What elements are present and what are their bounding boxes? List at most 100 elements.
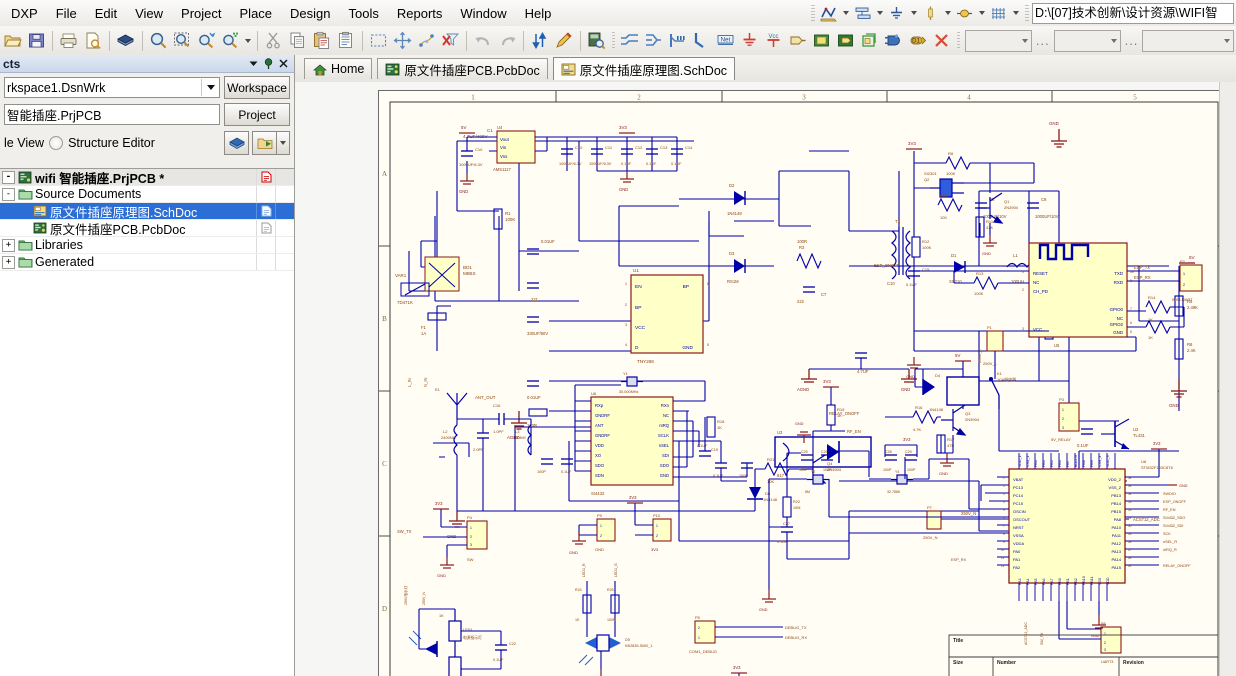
component-u2-tl431[interactable]	[1101, 418, 1130, 450]
component-t1[interactable]	[891, 227, 911, 280]
component-d2[interactable]	[734, 191, 746, 205]
project-button[interactable]: Project	[224, 103, 290, 126]
place-sheet-entry-icon[interactable]	[834, 29, 858, 53]
bus-tool-icon[interactable]	[852, 3, 873, 24]
component-u6-si4432[interactable]	[590, 396, 674, 486]
cut-icon[interactable]	[262, 29, 286, 53]
toolbar-combo-1[interactable]	[964, 29, 1032, 52]
place-vcc-port-icon[interactable]: Vcc	[762, 29, 786, 53]
editor-vertical-scrollbar[interactable]	[1219, 82, 1236, 676]
component-d3[interactable]	[734, 259, 746, 273]
tree-row-project[interactable]: - wifi 智能插座.PrjPCB *	[0, 169, 294, 186]
open-project-document-icon[interactable]	[252, 131, 276, 155]
tree-row-libraries[interactable]: + Libraries	[0, 237, 294, 254]
menu-item-window[interactable]: Window	[451, 3, 515, 24]
open-project-document-button[interactable]	[252, 131, 290, 155]
move-selection-icon[interactable]	[390, 29, 414, 53]
workspace-button[interactable]: Workspace	[224, 76, 290, 99]
tree-row-source-documents[interactable]: - Source Documents	[0, 186, 294, 203]
cross-probe-icon[interactable]	[528, 29, 552, 53]
expander-icon[interactable]: -	[2, 170, 15, 184]
place-toolbar-grip[interactable]	[611, 32, 615, 49]
schematic-editor-canvas[interactable]: 12345 ABCD ABCD	[295, 82, 1236, 676]
wiring-tool-dropdown[interactable]	[839, 3, 852, 24]
print-icon[interactable]	[57, 29, 81, 53]
document-path-field[interactable]: D:\[07]技术创新\设计资源\WIFI智	[1032, 2, 1234, 24]
menu-item-place[interactable]: Place	[231, 3, 282, 24]
redo-icon[interactable]	[495, 29, 519, 53]
expander-icon[interactable]: -	[2, 187, 15, 201]
part-placement-icon[interactable]	[954, 3, 975, 24]
place-port-icon[interactable]	[786, 29, 810, 53]
tab-home[interactable]: Home	[304, 58, 373, 79]
ground-power-port-icon[interactable]	[886, 3, 907, 24]
file-view-label[interactable]: le View	[4, 136, 44, 150]
project-compile-icon[interactable]	[224, 131, 249, 155]
component-u1-tny268[interactable]	[630, 274, 704, 354]
component-p2-wifi-uart[interactable]	[1179, 264, 1203, 292]
place-gnd-port-icon[interactable]	[738, 29, 762, 53]
grid-dropdown[interactable]	[1009, 3, 1022, 24]
print-preview-icon[interactable]	[81, 29, 105, 53]
annotate-icon[interactable]	[552, 29, 576, 53]
component-p7[interactable]	[926, 510, 942, 530]
part-placement-dropdown[interactable]	[975, 3, 988, 24]
clear-filter-icon[interactable]	[438, 29, 462, 53]
place-bus-icon[interactable]	[642, 29, 666, 53]
place-bus-entry-icon[interactable]	[666, 29, 690, 53]
tab-pcb-document[interactable]: 原文件插座PCB.PcbDoc	[377, 58, 548, 79]
menu-item-file[interactable]: File	[47, 3, 86, 24]
menu-item-help[interactable]: Help	[516, 3, 561, 24]
power-port-icon[interactable]	[920, 3, 941, 24]
menu-item-view[interactable]: View	[126, 3, 172, 24]
chevron-down-icon[interactable]	[276, 131, 290, 155]
tree-row-pcb-document[interactable]: 原文件插座PCB.PcbDoc	[0, 220, 294, 237]
bus-tool-dropdown[interactable]	[873, 3, 886, 24]
schematic-sheet[interactable]: 12345 ABCD ABCD	[378, 90, 1230, 676]
open-device-view-icon[interactable]	[114, 29, 138, 53]
chevron-down-icon[interactable]	[201, 79, 219, 96]
place-line-icon[interactable]	[690, 29, 714, 53]
menu-item-edit[interactable]: Edit	[86, 3, 126, 24]
save-document-icon[interactable]	[24, 29, 48, 53]
panel-close-icon[interactable]	[276, 56, 291, 71]
project-tree[interactable]: - wifi 智能插座.PrjPCB * - Source Documents …	[0, 168, 294, 676]
place-device-sheet-icon[interactable]	[858, 29, 882, 53]
expander-icon[interactable]: +	[2, 238, 15, 252]
menu-item-reports[interactable]: Reports	[388, 3, 452, 24]
tree-row-schematic-document[interactable]: 原文件插座原理图.SchDoc	[0, 203, 294, 220]
workspace-select[interactable]: rkspace1.DsnWrk	[4, 77, 220, 98]
toolbar-combo-3[interactable]	[1142, 29, 1235, 52]
ground-port-dropdown[interactable]	[907, 3, 920, 24]
wiring-tool-icon[interactable]	[818, 3, 839, 24]
zoom-area-icon[interactable]	[170, 29, 194, 53]
tree-row-generated[interactable]: + Generated	[0, 254, 294, 271]
expander-icon[interactable]: +	[2, 255, 15, 269]
undo-icon[interactable]	[471, 29, 495, 53]
place-wire-icon[interactable]	[618, 29, 642, 53]
open-document-icon[interactable]	[0, 29, 24, 53]
delete-icon[interactable]	[930, 29, 954, 53]
zoom-document-icon[interactable]	[146, 29, 170, 53]
power-port-dropdown[interactable]	[941, 3, 954, 24]
browse-library-icon[interactable]	[585, 29, 609, 53]
zoom-filter-icon[interactable]	[218, 29, 242, 53]
component-p1[interactable]	[986, 330, 1004, 352]
toolbar-combo-2[interactable]	[1053, 29, 1121, 52]
path-toolbar-grip[interactable]	[1025, 4, 1029, 22]
project-select[interactable]: 智能插座.PrjPCB	[4, 104, 220, 125]
select-area-icon[interactable]	[366, 29, 390, 53]
deselect-all-icon[interactable]	[414, 29, 438, 53]
paste-special-icon[interactable]	[334, 29, 358, 53]
menu-item-design[interactable]: Design	[281, 3, 339, 24]
panel-pin-icon[interactable]	[261, 56, 276, 71]
grid-icon[interactable]	[988, 3, 1009, 24]
toolbar-grip[interactable]	[811, 4, 815, 22]
structure-editor-radio[interactable]	[49, 136, 64, 150]
paste-icon[interactable]	[310, 29, 334, 53]
combo-toolbar-grip[interactable]	[956, 32, 960, 49]
menu-item-tools[interactable]: Tools	[340, 3, 388, 24]
place-no-erc-icon[interactable]: D1	[906, 29, 930, 53]
component-k1-coil[interactable]	[946, 376, 980, 406]
place-net-label-icon[interactable]: Net	[714, 29, 738, 53]
